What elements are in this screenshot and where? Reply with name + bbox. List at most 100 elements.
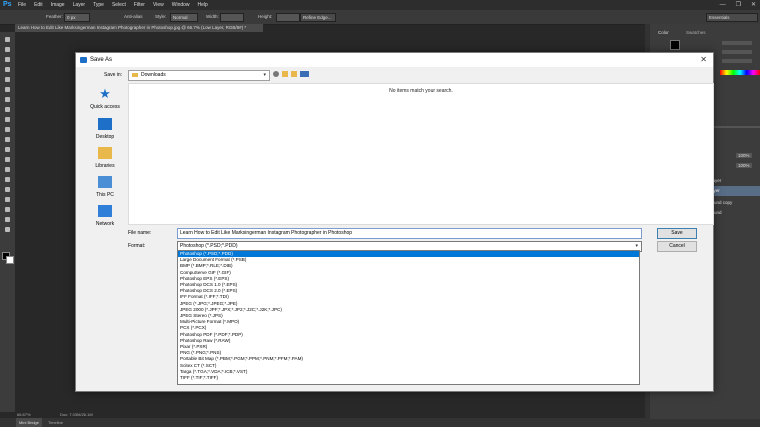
marquee-tool-icon[interactable]	[3, 46, 12, 53]
menu-window[interactable]: Window	[172, 0, 190, 10]
zoom-level: 66.67%	[17, 412, 31, 417]
close-icon[interactable]: ✕	[700, 53, 707, 67]
places-bar: ★ Quick access Desktop Libraries This PC…	[81, 86, 129, 236]
feather-label: Feather:	[46, 14, 63, 19]
fg-color-chip[interactable]	[670, 40, 680, 50]
height-label: Height:	[258, 14, 273, 19]
clone-stamp-tool-icon[interactable]	[3, 116, 12, 123]
photoshop-logo: Ps	[3, 1, 12, 8]
menu-list: File Edit Image Layer Type Select Filter…	[18, 0, 208, 10]
lasso-tool-icon[interactable]	[3, 56, 12, 63]
file-list[interactable]: No items match your search.	[128, 83, 714, 225]
blur-tool-icon[interactable]	[3, 156, 12, 163]
save-in-label: Save in:	[104, 72, 123, 78]
zoom-tool-icon[interactable]	[3, 226, 12, 233]
move-tool-icon[interactable]	[3, 36, 12, 43]
r-slider[interactable]	[722, 41, 752, 45]
format-option[interactable]: TIFF (*.TIF;*.TIFF)	[178, 375, 639, 381]
b-slider[interactable]	[722, 59, 752, 63]
antialias-checkbox[interactable]: Anti-alias	[124, 14, 143, 19]
new-folder-icon[interactable]	[291, 71, 297, 77]
tab-color[interactable]: Color	[658, 30, 669, 35]
style-select[interactable]: Normal	[170, 13, 198, 22]
minimize-icon[interactable]: —	[720, 0, 726, 10]
back-icon[interactable]	[273, 71, 279, 77]
bottom-panel-tabs: Mini Bridge Timeline	[0, 418, 760, 427]
menu-view[interactable]: View	[153, 0, 164, 10]
menu-help[interactable]: Help	[198, 0, 208, 10]
tab-timeline[interactable]: Timeline	[48, 418, 63, 427]
g-slider[interactable]	[722, 50, 752, 54]
options-bar: Feather: 0 px Anti-alias Style: Normal W…	[0, 10, 760, 25]
close-icon[interactable]: ✕	[751, 0, 756, 10]
width-label: Width:	[206, 14, 219, 19]
photoshop-icon	[80, 57, 87, 63]
place-quick-access[interactable]: ★ Quick access	[81, 86, 129, 116]
dialog-title-bar: Save As ✕	[76, 53, 713, 67]
menu-image[interactable]: Image	[51, 0, 65, 10]
star-icon: ★	[99, 86, 111, 101]
opacity-input[interactable]: 100%	[736, 153, 752, 158]
refine-edge-button[interactable]: Refine Edge...	[300, 13, 336, 22]
document-tab[interactable]: Learn How to Edit Like Marksingerman Ins…	[15, 24, 263, 32]
chevron-down-icon: ▾	[263, 72, 266, 78]
file-name-label: File name:	[128, 230, 152, 236]
format-label: Format:	[128, 243, 146, 249]
hand-tool-icon[interactable]	[3, 216, 12, 223]
libraries-icon	[98, 147, 112, 159]
menu-bar: Ps File Edit Image Layer Type Select Fil…	[0, 0, 760, 10]
place-this-pc[interactable]: This PC	[81, 174, 129, 204]
path-select-tool-icon[interactable]	[3, 196, 12, 203]
healing-tool-icon[interactable]	[3, 96, 12, 103]
restore-icon[interactable]: ❐	[736, 0, 741, 10]
color-ramp[interactable]	[720, 70, 760, 75]
doc-size: Doc: 7.03M/26.1M	[60, 412, 93, 417]
save-in-value: Downloads	[141, 72, 166, 78]
window-controls: — ❐ ✕	[720, 0, 756, 10]
crop-tool-icon[interactable]	[3, 76, 12, 83]
fill-input[interactable]: 100%	[736, 163, 752, 168]
place-label: Network	[95, 221, 115, 227]
gradient-tool-icon[interactable]	[3, 146, 12, 153]
menu-type[interactable]: Type	[93, 0, 104, 10]
tab-mini-bridge[interactable]: Mini Bridge	[16, 418, 43, 427]
tab-swatches[interactable]: Swatches	[686, 30, 706, 35]
workspace-select[interactable]: Essentials	[706, 13, 758, 22]
file-name-input[interactable]: Learn How to Edit Like Marksingerman Ins…	[177, 228, 642, 239]
pen-tool-icon[interactable]	[3, 176, 12, 183]
menu-layer[interactable]: Layer	[73, 0, 86, 10]
eyedropper-tool-icon[interactable]	[3, 86, 12, 93]
quick-select-tool-icon[interactable]	[3, 66, 12, 73]
width-input[interactable]	[220, 13, 244, 22]
empty-message: No items match your search.	[389, 88, 453, 94]
place-libraries[interactable]: Libraries	[81, 145, 129, 175]
format-dropdown-list: Photoshop (*.PSD;*.PDD) Large Document F…	[177, 250, 640, 385]
cancel-button[interactable]: Cancel	[657, 241, 697, 252]
shape-tool-icon[interactable]	[3, 206, 12, 213]
place-desktop[interactable]: Desktop	[81, 116, 129, 146]
desktop-icon	[98, 118, 112, 130]
format-value: Photoshop (*.PSD;*.PDD)	[180, 243, 238, 249]
up-folder-icon[interactable]	[282, 71, 288, 77]
dialog-title: Save As	[90, 57, 113, 63]
background-color-swatch[interactable]	[6, 256, 14, 264]
dodge-tool-icon[interactable]	[3, 166, 12, 173]
eraser-tool-icon[interactable]	[3, 136, 12, 143]
save-button[interactable]: Save	[657, 228, 697, 239]
view-menu-icon[interactable]	[300, 71, 309, 77]
height-input[interactable]	[276, 13, 300, 22]
computer-icon	[98, 176, 112, 188]
menu-file[interactable]: File	[18, 0, 26, 10]
feather-input[interactable]: 0 px	[64, 13, 90, 22]
type-tool-icon[interactable]	[3, 186, 12, 193]
place-label: Desktop	[95, 134, 115, 140]
menu-filter[interactable]: Filter	[134, 0, 145, 10]
brush-tool-icon[interactable]	[3, 106, 12, 113]
place-label: This PC	[96, 192, 114, 198]
menu-select[interactable]: Select	[112, 0, 126, 10]
save-in-select[interactable]: Downloads ▾	[128, 70, 270, 81]
network-icon	[98, 205, 112, 217]
history-brush-tool-icon[interactable]	[3, 126, 12, 133]
menu-edit[interactable]: Edit	[34, 0, 43, 10]
place-network[interactable]: Network	[81, 203, 129, 233]
